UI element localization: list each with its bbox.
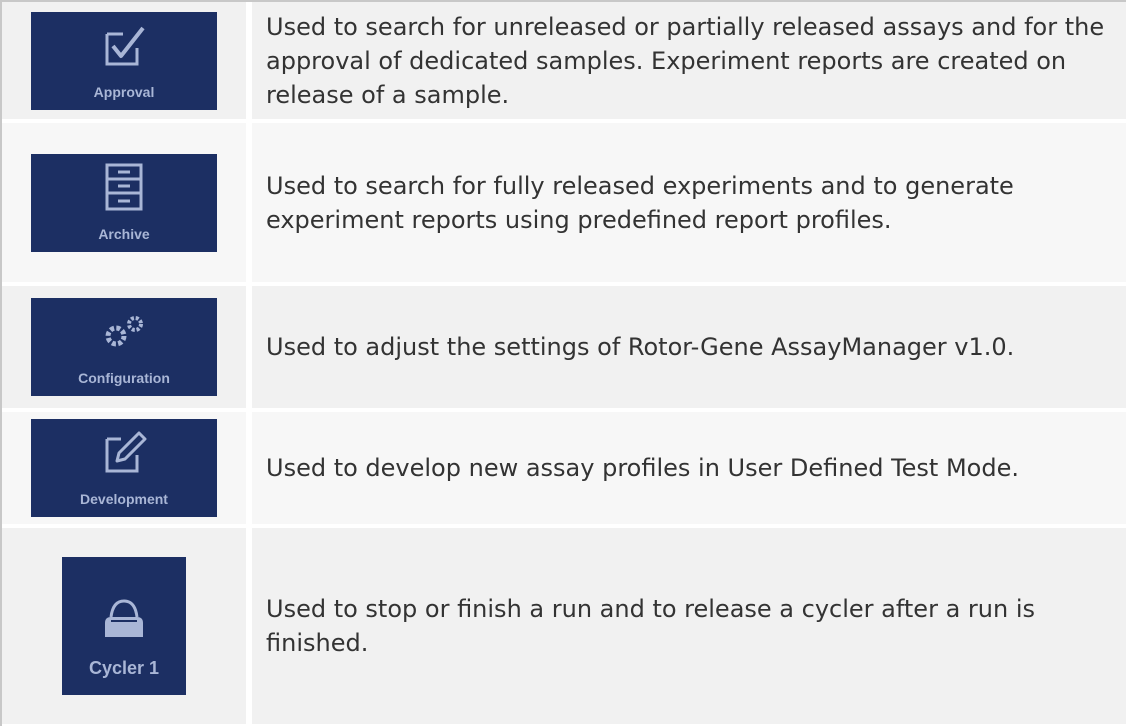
icon-cell: Approval bbox=[2, 2, 246, 123]
description-text: Used to search for unreleased or partial… bbox=[266, 12, 1105, 109]
cycler-icon bbox=[105, 599, 143, 637]
description-text: Used to adjust the settings of Rotor-Gen… bbox=[266, 333, 1015, 361]
cycler-tile: Cycler 1 bbox=[62, 557, 186, 695]
approval-checkbox-icon bbox=[105, 26, 145, 65]
pencil-edit-icon bbox=[105, 431, 147, 473]
approval-tile: Approval bbox=[31, 11, 217, 110]
gears-icon bbox=[105, 316, 143, 347]
description-text: Used to stop or finish a run and to rele… bbox=[266, 595, 1035, 657]
tile-label: Development bbox=[80, 491, 168, 507]
description-cell: Used to stop or finish a run and to rele… bbox=[252, 528, 1126, 728]
tile-label: Cycler 1 bbox=[88, 658, 160, 678]
description-cell: Used to develop new assay profiles in Us… bbox=[252, 412, 1126, 528]
icon-cell: Archive bbox=[2, 123, 246, 286]
archive-cabinet-icon bbox=[105, 163, 143, 210]
environment-buttons-table: Approval Used to search for unreleased o… bbox=[0, 0, 1126, 728]
development-tile: Development bbox=[31, 419, 217, 517]
tile-label: Archive bbox=[98, 225, 150, 242]
icon-cell: Development bbox=[2, 412, 246, 528]
archive-tile: Archive bbox=[31, 153, 217, 252]
description-cell: Used to search for fully released experi… bbox=[252, 123, 1126, 286]
description-cell: Used to search for unreleased or partial… bbox=[252, 2, 1126, 123]
description-cell: Used to adjust the settings of Rotor-Gen… bbox=[252, 286, 1126, 412]
icon-cell: Cycler 1 bbox=[2, 528, 246, 728]
icon-cell: Configuration bbox=[2, 286, 246, 412]
configuration-tile: Configuration bbox=[31, 298, 217, 396]
description-text: Used to search for fully released experi… bbox=[266, 171, 1014, 234]
tile-label: Approval bbox=[93, 83, 155, 100]
description-text: Used to develop new assay profiles in Us… bbox=[266, 454, 1019, 482]
tile-label: Configuration bbox=[78, 370, 170, 386]
